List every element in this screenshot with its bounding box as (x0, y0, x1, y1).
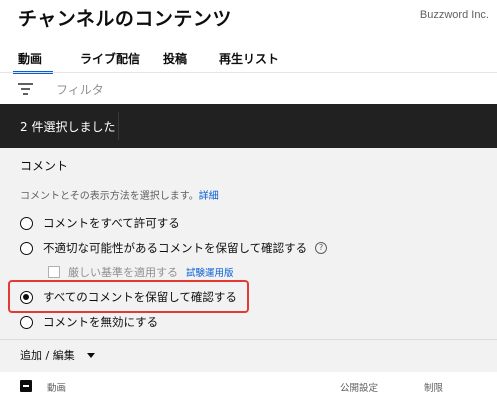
details-link[interactable]: 詳細 (199, 191, 219, 202)
divider (118, 112, 119, 140)
checkbox[interactable] (48, 266, 60, 278)
chevron-down-icon[interactable] (86, 352, 95, 358)
selection-bar: 2 件選択しました (0, 104, 497, 148)
column-header-restrictions[interactable]: 制限 (424, 380, 443, 394)
option-label: コメントをすべて許可する (43, 216, 180, 230)
filter-bar[interactable]: フィルタ (0, 73, 497, 104)
filter-input[interactable]: フィルタ (56, 81, 104, 98)
tab-playlists[interactable]: 再生リスト (219, 50, 279, 67)
radio-button[interactable] (20, 216, 33, 230)
select-all-checkbox[interactable] (20, 380, 32, 392)
comments-section-title: コメント (20, 159, 69, 173)
tab-live[interactable]: ライブ配信 (80, 50, 140, 67)
watermark: Buzzword Inc. (419, 9, 489, 21)
radio-button[interactable] (20, 241, 33, 255)
highlight-box (8, 280, 249, 313)
divider (0, 339, 497, 340)
experimental-badge: 試験運用版 (186, 268, 234, 279)
option-label: コメントを無効にする (43, 315, 159, 329)
option-label: 不適切な可能性があるコメントを保留して確認する (43, 241, 308, 255)
comments-description: コメントとその表示方法を選択します。詳細 (20, 187, 219, 202)
add-edit-label: 追加 / 編集 (20, 349, 75, 362)
help-icon[interactable]: ? (315, 242, 328, 254)
add-edit-dropdown[interactable]: 追加 / 編集 (20, 347, 95, 363)
column-header-video[interactable]: 動画 (47, 380, 66, 394)
tab-posts[interactable]: 投稿 (163, 50, 187, 67)
strict-filter-option[interactable]: 厳しい基準を適用する 試験運用版 (48, 264, 234, 280)
page-title: チャンネルのコンテンツ (18, 8, 232, 30)
description-text: コメントとその表示方法を選択します。 (20, 191, 199, 202)
comments-panel: コメント コメントとその表示方法を選択します。詳細 コメントをすべて許可する 不… (0, 148, 497, 372)
tab-bar: 動画 ライブ配信 投稿 再生リスト (0, 44, 497, 74)
selection-count: 2 件選択しました (20, 120, 116, 134)
tab-videos[interactable]: 動画 (18, 50, 42, 67)
strict-filter-label: 厳しい基準を適用する (68, 266, 178, 279)
option-disable[interactable]: コメントを無効にする (20, 313, 158, 331)
option-allow-all[interactable]: コメントをすべて許可する (20, 214, 180, 232)
table-header: 動画 公開設定 制限 (0, 372, 497, 400)
filter-icon[interactable] (18, 83, 33, 95)
column-header-visibility[interactable]: 公開設定 (340, 380, 378, 394)
radio-button[interactable] (20, 315, 33, 329)
option-hold-inappropriate[interactable]: 不適切な可能性があるコメントを保留して確認する ? (20, 239, 328, 257)
